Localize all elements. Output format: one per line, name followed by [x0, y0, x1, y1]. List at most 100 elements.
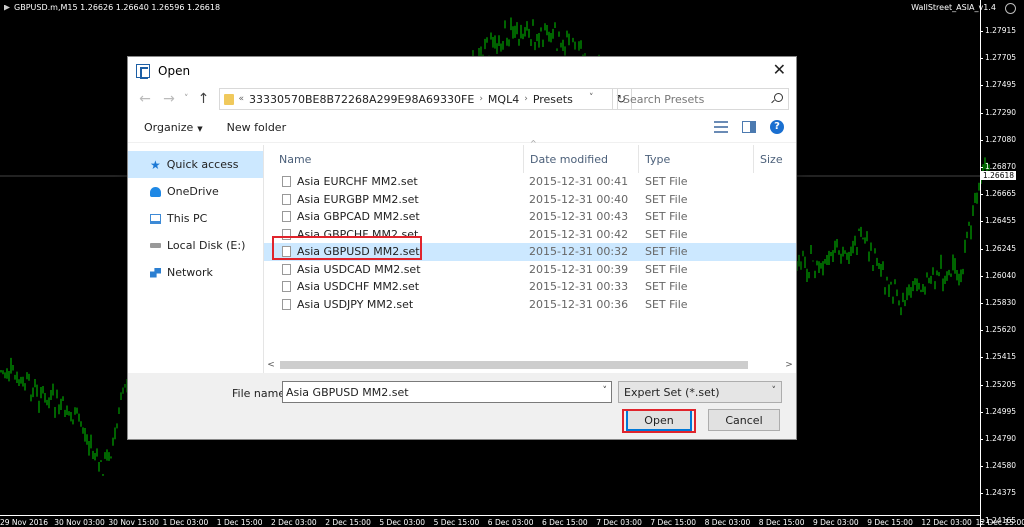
change-view-icon[interactable] — [714, 121, 728, 133]
forward-arrow-icon[interactable]: → — [160, 91, 178, 107]
dialog-title: Open — [158, 64, 191, 78]
cloud-icon — [150, 186, 161, 197]
file-list: ^ Name Date modified Type Size Asia EURC… — [264, 139, 796, 373]
address-dropdown-icon[interactable]: ˅ — [589, 93, 594, 103]
navigation-pane: ★ Quick access OneDrive This PC Local Di… — [128, 145, 264, 373]
cancel-button[interactable]: Cancel — [708, 409, 780, 431]
column-headers: ^ Name Date modified Type Size — [264, 139, 796, 173]
file-row[interactable]: Asia USDJPY MM2.set 2015-12-31 00:36 SET F… — [264, 296, 796, 314]
scroll-thumb[interactable] — [280, 360, 748, 369]
desktop: GBPUSD.m,M15 1.26626 1.26640 1.26596 1.2… — [0, 0, 1024, 527]
file-name-label: File name: — [232, 387, 289, 400]
back-arrow-icon[interactable]: ← — [136, 91, 154, 107]
file-type: SET File — [645, 297, 688, 311]
horizontal-scrollbar[interactable]: < > — [264, 356, 796, 373]
file-type: SET File — [645, 192, 688, 206]
column-header-size[interactable]: Size — [760, 153, 783, 166]
file-name: Asia GBPCHF MM2.set — [297, 227, 419, 241]
time-axis-label: 5 Dec 15:00 — [433, 518, 480, 527]
dialog-body: ★ Quick access OneDrive This PC Local Di… — [128, 139, 796, 373]
file-row[interactable]: Asia EURGBP MM2.set 2015-12-31 00:40 SET F… — [264, 191, 796, 209]
network-icon — [150, 267, 161, 278]
file-row[interactable]: Asia GBPUSD MM2.set 2015-12-31 00:32 SET F… — [264, 243, 796, 261]
scroll-left-icon[interactable]: < — [264, 360, 278, 370]
time-axis-label: 6 Dec 15:00 — [542, 518, 588, 527]
open-button[interactable]: Open — [626, 409, 692, 431]
file-row[interactable]: Asia USDCHF MM2.set 2015-12-31 00:33 SET F… — [264, 278, 796, 296]
file-row[interactable]: Asia EURCHF MM2.set 2015-12-31 00:41 SET F… — [264, 173, 796, 191]
nav-item-label: Quick access — [166, 158, 239, 171]
sort-caret-icon: ^ — [530, 139, 537, 148]
address-bar[interactable]: « 33330570BE8B72268A299E98A69330FE › MQL… — [218, 88, 632, 110]
file-icon — [282, 193, 291, 205]
file-type: SET File — [645, 280, 688, 294]
file-type-value: Expert Set (*.set) — [624, 385, 720, 399]
organize-button[interactable]: Organize ▼ — [144, 121, 203, 134]
column-divider[interactable] — [638, 145, 639, 173]
file-name: Asia USDJPY MM2.set — [297, 297, 414, 311]
close-button[interactable]: ✕ — [773, 62, 786, 78]
file-row[interactable]: Asia GBPCHF MM2.set 2015-12-31 00:42 SET F… — [264, 226, 796, 244]
file-row[interactable]: Asia GBPCAD MM2.set 2015-12-31 00:43 SET F… — [264, 208, 796, 226]
scroll-right-icon[interactable]: > — [782, 360, 796, 370]
nav-item-network[interactable]: Network — [128, 259, 263, 286]
column-header-date[interactable]: Date modified — [530, 153, 608, 166]
breadcrumb-presets[interactable]: Presets — [533, 93, 573, 106]
price-level-label: 1.24375 — [979, 488, 1017, 498]
dialog-toolbar: Organize ▼ New folder ? — [128, 113, 796, 143]
column-header-type[interactable]: Type — [645, 153, 670, 166]
preview-pane-icon[interactable] — [742, 121, 756, 133]
file-name-dropdown-icon[interactable]: ˅ — [603, 386, 608, 396]
up-arrow-icon[interactable]: ↑ — [195, 91, 213, 107]
price-level-label: 1.26245 — [979, 243, 1017, 253]
time-axis-label: 8 Dec 15:00 — [758, 518, 805, 527]
nav-item-this-pc[interactable]: This PC — [128, 205, 263, 232]
chart-symbol-info: GBPUSD.m,M15 1.26626 1.26640 1.26596 1.2… — [14, 3, 221, 12]
time-axis-label: 7 Dec 03:00 — [596, 518, 642, 527]
nav-item-label: Local Disk (E:) — [167, 239, 246, 252]
time-axis-label: 30 Nov 15:00 — [108, 518, 159, 527]
price-level-label: 1.24580 — [979, 461, 1017, 471]
price-level-label: 1.25830 — [979, 298, 1017, 307]
scroll-track[interactable] — [278, 360, 782, 370]
price-level-label: 1.25620 — [979, 325, 1017, 335]
file-type-select[interactable]: Expert Set (*.set) ˅ — [618, 381, 782, 403]
file-name-value: Asia GBPUSD MM2.set — [286, 385, 409, 399]
file-name: Asia USDCAD MM2.set — [297, 262, 421, 276]
new-folder-button[interactable]: New folder — [227, 121, 286, 134]
nav-item-label: This PC — [167, 212, 208, 225]
breadcrumb-folder-id[interactable]: 33330570BE8B72268A299E98A69330FE — [249, 93, 474, 106]
file-date: 2015-12-31 00:32 — [529, 245, 629, 259]
file-name: Asia USDCHF MM2.set — [297, 280, 420, 294]
search-input[interactable]: Search Presets — [617, 88, 789, 110]
help-icon[interactable]: ? — [770, 120, 784, 134]
nav-item-label: OneDrive — [167, 185, 219, 198]
file-type: SET File — [645, 262, 688, 276]
metatrader-app-icon — [136, 64, 150, 79]
price-level-label: 1.26870 — [979, 162, 1017, 171]
search-icon — [774, 93, 783, 102]
price-level-label: 1.25415 — [979, 352, 1017, 362]
column-divider[interactable] — [753, 145, 754, 173]
time-axis: 29 Nov 2016 30 Nov 03:00 30 Nov 15:00 1 Dec… — [0, 515, 1024, 527]
column-header-name[interactable]: Name — [279, 153, 311, 166]
recent-locations-chevron-icon[interactable]: ˅ — [184, 94, 189, 104]
file-name-input[interactable]: Asia GBPUSD MM2.set ˅ — [282, 381, 612, 403]
file-row[interactable]: Asia USDCAD MM2.set 2015-12-31 00:39 SET F… — [264, 261, 796, 279]
address-overflow[interactable]: « — [239, 94, 245, 104]
file-icon — [282, 281, 291, 292]
file-name: Asia GBPUSD MM2.set — [297, 245, 420, 259]
file-type: SET File — [645, 210, 688, 224]
nav-item-quick-access[interactable]: ★ Quick access — [128, 151, 263, 178]
breadcrumb-separator: › — [524, 94, 528, 104]
file-icon — [282, 263, 291, 275]
price-level-label: 1.26455 — [979, 216, 1017, 226]
column-divider[interactable] — [523, 145, 524, 173]
organize-caret-icon: ▼ — [197, 125, 203, 133]
nav-item-label: Network — [167, 266, 213, 279]
nav-item-onedrive[interactable]: OneDrive — [128, 178, 263, 205]
price-level-label: 1.25205 — [979, 379, 1017, 389]
nav-item-local-disk[interactable]: Local Disk (E:) — [128, 232, 263, 259]
time-axis-label: 2 Dec 15:00 — [325, 518, 371, 527]
breadcrumb-mql4[interactable]: MQL4 — [488, 93, 519, 106]
